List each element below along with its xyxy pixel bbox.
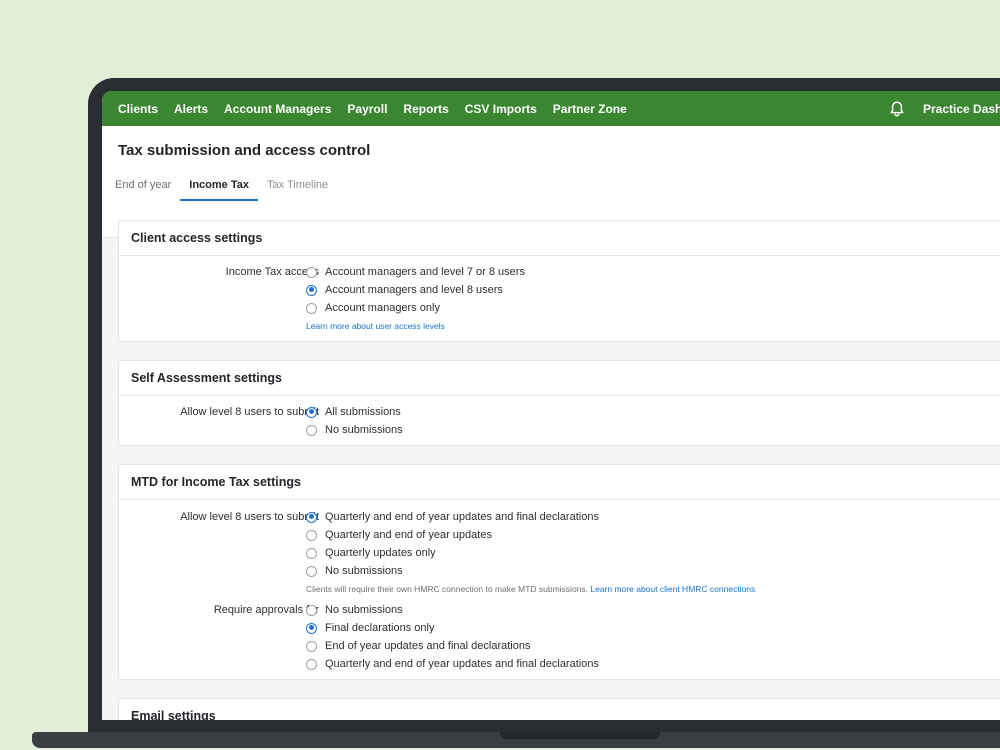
option-label: Final declarations only [325,622,435,634]
income-tax-access-option[interactable]: Account managers and level 7 or 8 users [306,263,525,281]
allow-submit-label: Allow level 8 users to submit [180,406,319,418]
income-tax-access-option[interactable]: Account managers only [306,299,440,317]
hmrc-help-text: Clients will require their own HMRC conn… [306,584,589,594]
nav-item-partner-zone[interactable]: Partner Zone [553,102,627,116]
option-label: All submissions [325,406,401,418]
card-title: MTD for Income Tax settings [119,465,1000,500]
approval-option[interactable]: Quarterly and end of year updates and fi… [306,655,599,673]
tab-bar: End of year Income Tax Tax Timeline [115,178,346,201]
mtd-allow-submit-label: Allow level 8 users to submit [180,511,319,523]
option-label: No submissions [325,604,403,616]
radio-button[interactable] [306,529,317,541]
tab-tax-timeline[interactable]: Tax Timeline [267,178,328,201]
radio-button-selected[interactable] [306,511,317,523]
self-assessment-option[interactable]: No submissions [306,421,403,439]
card-title: Self Assessment settings [119,361,1000,396]
option-label: Quarterly and end of year updates [325,529,492,541]
mtd-submit-option[interactable]: Quarterly updates only [306,544,436,562]
radio-button[interactable] [306,302,317,314]
mtd-submit-option[interactable]: Quarterly and end of year updates and fi… [306,508,599,526]
nav-right: Practice Dashb [888,91,1000,126]
approval-option[interactable]: End of year updates and final declaratio… [306,637,530,655]
email-settings-card: Email settings [118,698,1000,720]
hmrc-connections-link[interactable]: Learn more about client HMRC connections [590,584,755,594]
self-assessment-option[interactable]: All submissions [306,403,401,421]
option-label: Quarterly and end of year updates and fi… [325,658,599,670]
self-assessment-card: Self Assessment settings Allow level 8 u… [118,360,1000,446]
require-approvals-label: Require approvals for [213,604,319,616]
app-screen: Clients Alerts Account Managers Payroll … [102,91,1000,720]
nav-item-csv-imports[interactable]: CSV Imports [465,102,537,116]
mtd-card: MTD for Income Tax settings Allow level … [118,464,1000,680]
nav-item-reports[interactable]: Reports [403,102,448,116]
learn-more-row: Learn more about user access levels [306,321,445,331]
nav-item-practice-dashboard[interactable]: Practice Dashb [923,102,1000,116]
income-tax-access-label: Income Tax access [225,266,319,278]
radio-button[interactable] [306,658,317,670]
option-label: Quarterly and end of year updates and fi… [325,511,599,523]
mtd-submit-option[interactable]: Quarterly and end of year updates [306,526,492,544]
radio-button[interactable] [306,547,317,559]
learn-more-access-levels-link[interactable]: Learn more about user access levels [306,321,445,331]
nav-item-alerts[interactable]: Alerts [174,102,208,116]
option-label: Account managers only [325,302,440,314]
option-label: End of year updates and final declaratio… [325,640,531,652]
approval-option[interactable]: No submissions [306,601,403,619]
hmrc-help-row: Clients will require their own HMRC conn… [306,584,755,594]
mtd-submit-option[interactable]: No submissions [306,562,403,580]
nav-item-payroll[interactable]: Payroll [347,102,387,116]
tab-income-tax[interactable]: Income Tax [180,178,258,201]
top-navigation: Clients Alerts Account Managers Payroll … [102,91,1000,126]
radio-button-selected[interactable] [306,406,317,418]
radio-button[interactable] [306,565,317,577]
radio-button[interactable] [306,604,317,616]
client-access-card: Client access settings Income Tax access… [118,220,1000,342]
option-label: No submissions [325,424,403,436]
option-label: Account managers and level 7 or 8 users [325,266,525,278]
radio-button[interactable] [306,424,317,436]
radio-button[interactable] [306,640,317,652]
nav-item-clients[interactable]: Clients [118,102,158,116]
card-title: Client access settings [119,221,1000,256]
income-tax-access-option[interactable]: Account managers and level 8 users [306,281,503,299]
nav-item-account-managers[interactable]: Account Managers [224,102,331,116]
bell-icon[interactable] [888,100,906,118]
option-label: Quarterly updates only [325,547,436,559]
page-title: Tax submission and access control [118,142,371,159]
laptop-notch [500,732,660,739]
radio-button[interactable] [306,266,317,278]
radio-button-selected[interactable] [306,284,317,296]
tab-end-of-year[interactable]: End of year [115,178,171,201]
option-label: No submissions [325,565,403,577]
approval-option[interactable]: Final declarations only [306,619,434,637]
option-label: Account managers and level 8 users [325,284,503,296]
radio-button-selected[interactable] [306,622,317,634]
card-title: Email settings [119,699,1000,720]
